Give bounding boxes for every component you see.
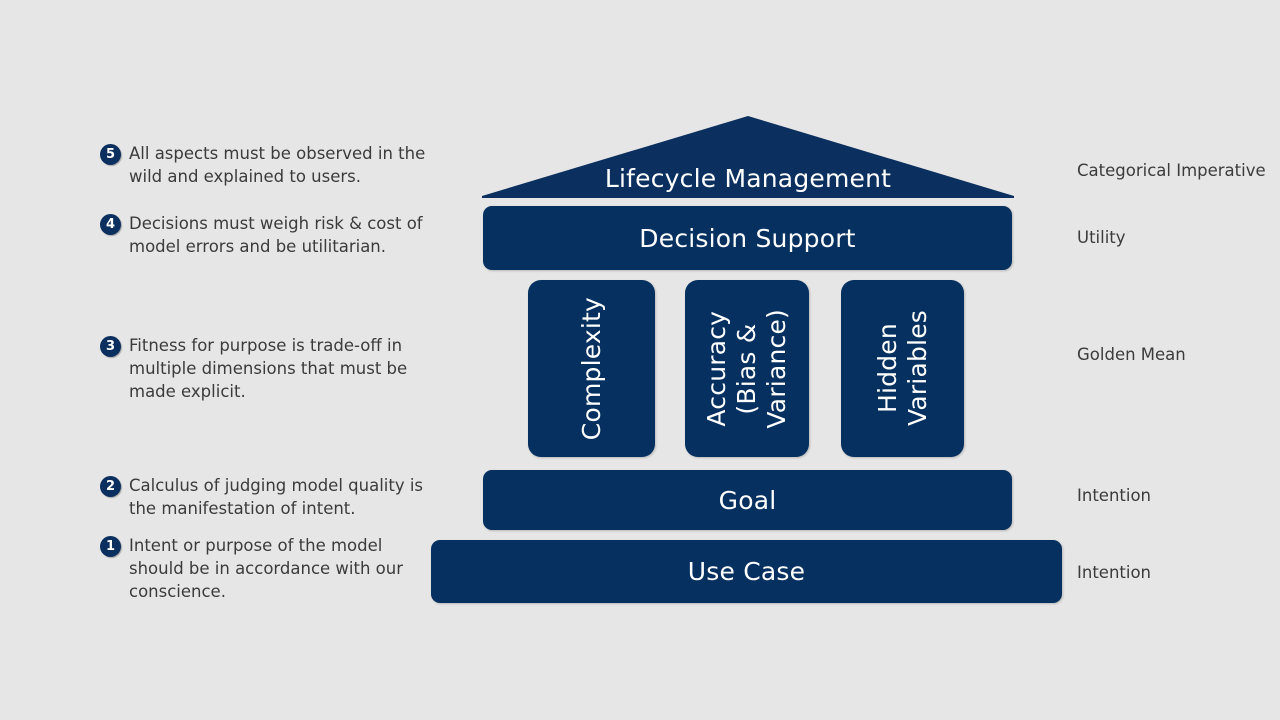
column-complexity[interactable]: Complexity xyxy=(528,280,655,457)
column-accuracy-label: Accuracy (Bias & Variance) xyxy=(702,308,791,429)
column-accuracy[interactable]: Accuracy (Bias & Variance) xyxy=(685,280,809,457)
note-text-5: All aspects must be observed in the wild… xyxy=(129,144,426,186)
virtue-label-categorical-imperative: Categorical Imperative xyxy=(1077,161,1266,180)
use-case-block[interactable]: Use Case xyxy=(431,540,1062,603)
note-bullet-1: 1 xyxy=(100,536,121,557)
use-case-label: Use Case xyxy=(687,557,806,586)
column-hidden-variables-label: Hidden Variables xyxy=(872,310,932,427)
virtue-label-utility: Utility xyxy=(1077,228,1126,247)
note-item-4: 4 Decisions must weigh risk & cost of mo… xyxy=(100,212,429,258)
column-complexity-label: Complexity xyxy=(576,296,606,441)
note-bullet-3: 3 xyxy=(100,336,121,357)
virtue-label-intention-goal: Intention xyxy=(1077,486,1152,505)
note-bullet-4: 4 xyxy=(100,214,121,235)
note-item-3: 3 Fitness for purpose is trade-off in mu… xyxy=(100,334,429,403)
diagram-canvas: 5 All aspects must be observed in the wi… xyxy=(0,0,1280,720)
virtue-label-intention-use-case: Intention xyxy=(1077,563,1152,582)
note-bullet-5: 5 xyxy=(100,144,121,165)
column-hidden-variables-inner: Hidden Variables xyxy=(841,280,964,457)
temple-pediment: Lifecycle Management xyxy=(482,116,1014,198)
column-hidden-variables[interactable]: Hidden Variables xyxy=(841,280,964,457)
note-text-2: Calculus of judging model quality is the… xyxy=(129,476,424,518)
pediment-label: Lifecycle Management xyxy=(604,164,892,193)
goal-block[interactable]: Goal xyxy=(483,470,1012,530)
note-item-5: 5 All aspects must be observed in the wi… xyxy=(100,142,429,188)
note-bullet-2: 2 xyxy=(100,476,121,497)
note-text-3: Fitness for purpose is trade-off in mult… xyxy=(129,336,408,401)
column-complexity-inner: Complexity xyxy=(528,280,655,457)
decision-support-label: Decision Support xyxy=(639,223,856,253)
note-item-1: 1 Intent or purpose of the model should … xyxy=(100,534,429,603)
virtue-label-golden-mean: Golden Mean xyxy=(1077,345,1186,364)
note-item-2: 2 Calculus of judging model quality is t… xyxy=(100,474,429,520)
note-text-1: Intent or purpose of the model should be… xyxy=(129,536,404,601)
decision-support-block[interactable]: Decision Support xyxy=(483,206,1012,270)
note-text-4: Decisions must weigh risk & cost of mode… xyxy=(129,214,423,256)
goal-label: Goal xyxy=(718,485,777,515)
column-accuracy-inner: Accuracy (Bias & Variance) xyxy=(685,280,809,457)
